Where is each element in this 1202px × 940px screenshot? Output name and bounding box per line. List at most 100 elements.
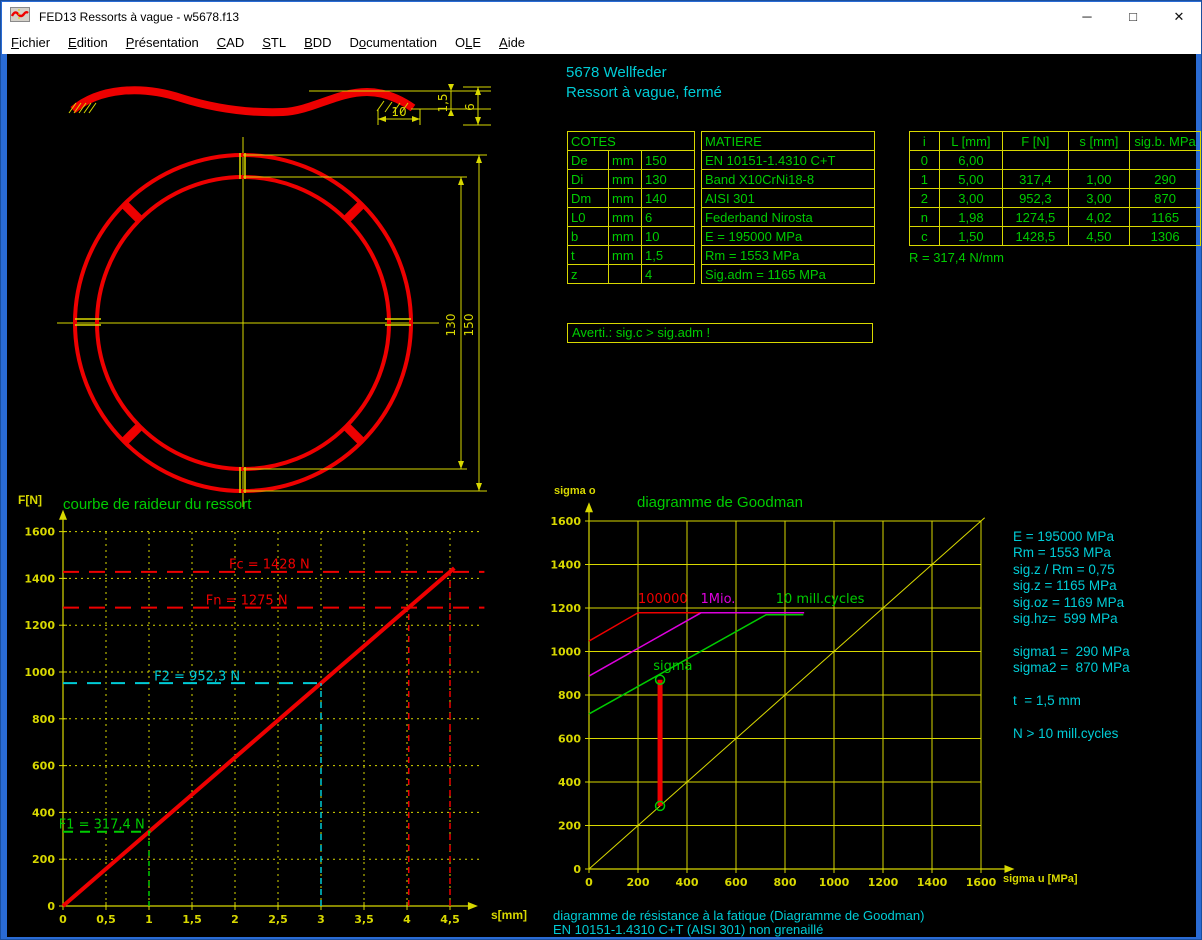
svg-text:1200: 1200 [550,602,581,615]
app-window: FED13 Ressorts à vague - w5678.f13 ─ □ ✕… [0,0,1202,940]
drawing-header: 5678 Wellfeder Ressort à vague, fermé [566,63,722,103]
table-cell: sig.b. MPa [1130,132,1201,151]
table-cell: Dm [568,189,609,208]
spring-rate-line [63,568,454,906]
chart-annotation-label: 1Mio. [700,592,735,607]
matiere-table: MATIEREEN 10151-1.4310 C+TBand X10CrNi18… [701,131,875,284]
table-cell: 1,98 [939,208,1003,227]
svg-text:3,5: 3,5 [354,913,374,926]
app-icon[interactable] [10,7,30,27]
table-cell: COTES [568,132,695,151]
warning-box: Averti.: sig.c > sig.adm ! [567,323,873,343]
svg-text:4,5: 4,5 [440,913,460,926]
table-cell: 0 [910,151,940,170]
chart-annotation-label: F1 = 317,4 N [59,817,145,832]
maximize-button[interactable]: □ [1110,2,1156,31]
results-table: iL [mm]F [N]s [mm]sig.b. MPa06,0015,0031… [909,131,1201,246]
table-cell: Rm = 1553 MPa [702,246,875,265]
footer-line1: diagramme de résistance à la fatique (Di… [553,908,924,923]
chart-annotation-label: F2 = 952,3 N [154,670,240,685]
menu-item-fichier[interactable]: Fichier [2,35,59,50]
table-cell: 3,00 [939,189,1003,208]
stiffness-chart: 00,511,522,533,544,502004006008001000120… [9,487,544,937]
cycles-10mill-line [589,615,803,714]
table-cell: 4 [642,265,695,284]
table-cell: 3,00 [1068,189,1130,208]
chart-annotation-label: 100000 [638,592,688,607]
svg-text:2: 2 [231,913,239,926]
cycles-100000-line [589,613,804,641]
table-cell: b [568,227,609,246]
svg-text:4: 4 [403,913,411,926]
titlebar: FED13 Ressorts à vague - w5678.f13 ─ □ ✕ [2,2,1202,31]
table-cell: mm [609,227,642,246]
spring-top-view: 130 150 [21,129,501,511]
svg-text:1200: 1200 [868,876,899,889]
table-cell [1068,151,1130,170]
table-cell: Di [568,170,609,189]
menu-item-stl[interactable]: STL [253,35,295,50]
svg-text:400: 400 [32,806,55,819]
table-cell: mm [609,151,642,170]
svg-text:1400: 1400 [550,559,581,572]
menu-item-presentation[interactable]: Présentation [117,35,208,50]
table-cell: t [568,246,609,265]
table-cell: L [mm] [939,132,1003,151]
table-cell: 870 [1130,189,1201,208]
menu-item-ole[interactable]: OLE [446,35,490,50]
table-cell: F [N] [1003,132,1068,151]
table-cell: s [mm] [1068,132,1130,151]
svg-text:1000: 1000 [819,876,850,889]
table-cell: mm [609,170,642,189]
svg-text:0: 0 [59,913,67,926]
svg-text:1600: 1600 [24,526,55,539]
close-button[interactable]: ✕ [1156,2,1202,31]
menu-item-edition[interactable]: Edition [59,35,117,50]
svg-text:800: 800 [774,876,797,889]
dim-height-l0: 6 [463,103,477,111]
chart-annotation-label: Fn = 1275 N [206,594,288,609]
goodman-axes: 0200400600800100012001400160002004006008… [550,502,1014,889]
svg-text:200: 200 [558,820,581,833]
table-cell: mm [609,208,642,227]
svg-text:800: 800 [32,713,55,726]
menu-item-documentation[interactable]: Documentation [341,35,446,50]
dim-thickness-t: 1,5 [436,93,450,112]
svg-text:1: 1 [145,913,153,926]
menu-item-bdd[interactable]: BDD [295,35,340,50]
table-cell [609,265,642,284]
chart-annotation-label: sigma [653,659,692,674]
svg-text:600: 600 [725,876,748,889]
svg-text:0: 0 [573,863,581,876]
svg-text:600: 600 [32,760,55,773]
table-cell: 317,4 [1003,170,1068,189]
svg-text:200: 200 [627,876,650,889]
chart-annotation-label: Fc = 1428 N [229,558,310,573]
svg-text:600: 600 [558,733,581,746]
spring-rate-text: R = 317,4 N/mm [909,250,1004,265]
table-cell: n [910,208,940,227]
table-cell: 4,50 [1068,227,1130,246]
table-cell: 4,02 [1068,208,1130,227]
minimize-button[interactable]: ─ [1064,2,1110,31]
table-cell: Federband Nirosta [702,208,875,227]
table-cell: De [568,151,609,170]
table-cell: Sig.adm = 1165 MPa [702,265,875,284]
table-cell: 1,00 [1068,170,1130,189]
table-cell [1130,151,1201,170]
window-title: FED13 Ressorts à vague - w5678.f13 [39,10,239,24]
table-cell: 6 [642,208,695,227]
table-cell: 290 [1130,170,1201,189]
menu-item-cad[interactable]: CAD [208,35,253,50]
svg-text:800: 800 [558,689,581,702]
table-cell: i [910,132,940,151]
table-cell: 5,00 [939,170,1003,189]
svg-text:0: 0 [585,876,593,889]
svg-text:1400: 1400 [24,572,55,585]
table-cell: c [910,227,940,246]
svg-text:0,5: 0,5 [96,913,116,926]
svg-text:1600: 1600 [966,876,997,889]
dim-outer-diameter: 150 [462,314,476,337]
menu-item-aide[interactable]: Aide [490,35,534,50]
table-cell: 1274,5 [1003,208,1068,227]
